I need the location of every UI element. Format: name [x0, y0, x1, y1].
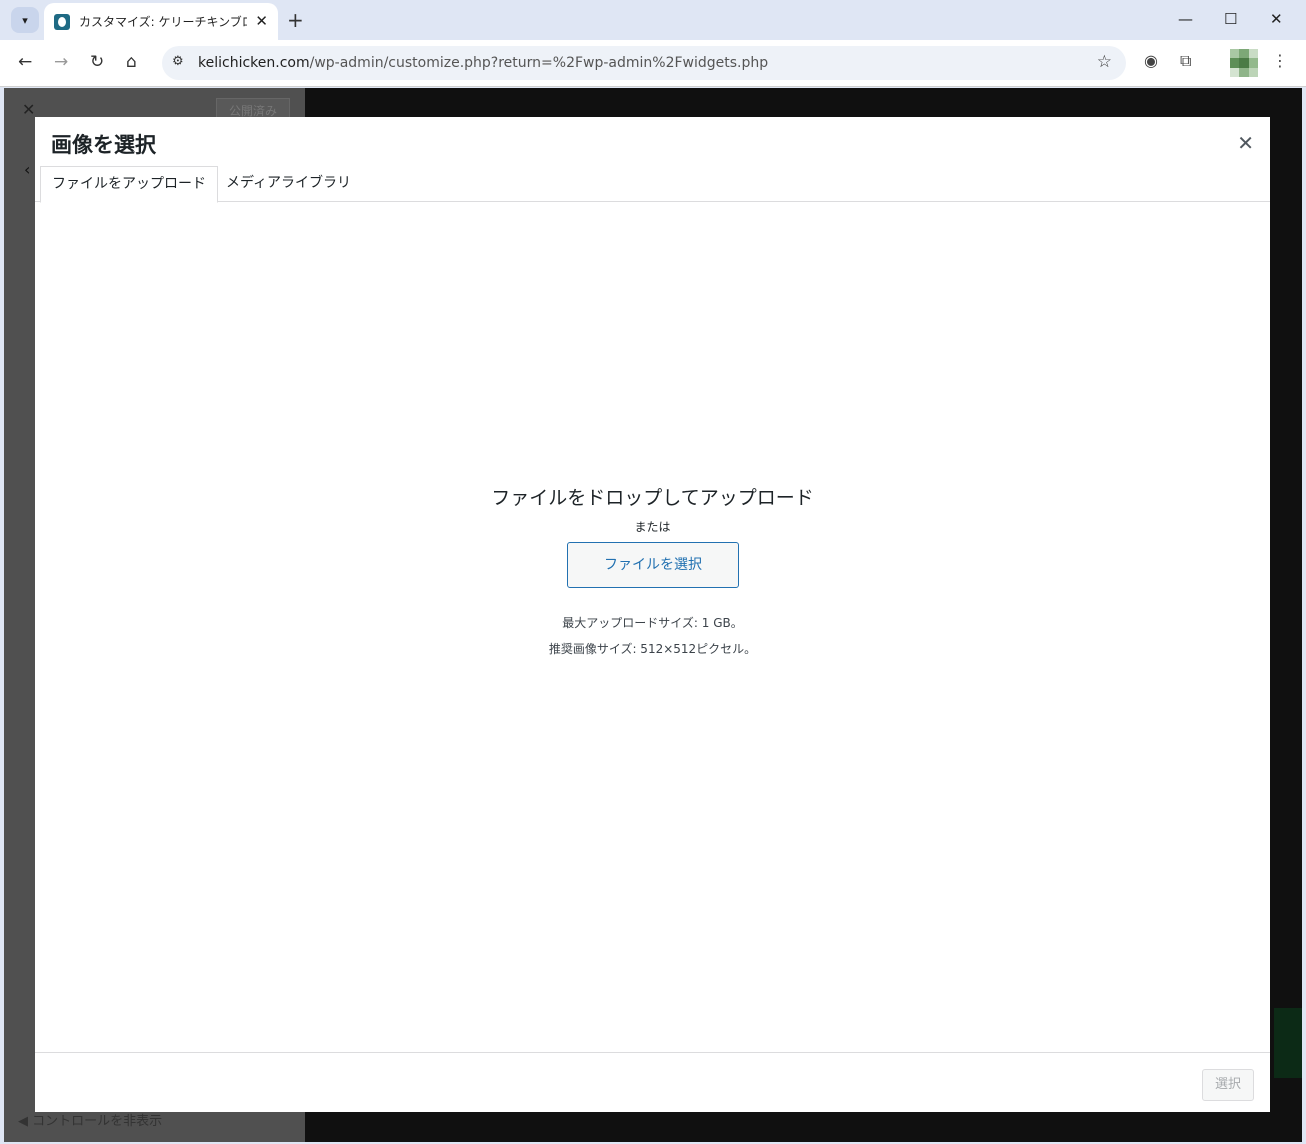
drop-zone-heading: ファイルをドロップしてアップロード	[491, 487, 814, 509]
home-icon[interactable]: ⌂	[126, 52, 137, 72]
preview-decoration	[1274, 1008, 1302, 1078]
tab-search-icon[interactable]: ▾	[11, 7, 39, 33]
extension-icon[interactable]: ◉	[1144, 51, 1158, 70]
maximize-icon[interactable]: ☐	[1224, 10, 1237, 28]
hide-controls-button: ◀ コントロールを非表示	[18, 1114, 163, 1129]
browser-toolbar: ← → ↻ ⌂ ⚙ kelichicken.com/wp-admin/custo…	[0, 40, 1306, 87]
preview-footer	[324, 1110, 974, 1142]
tab-upload-files[interactable]: ファイルをアップロード	[40, 166, 218, 203]
window-close-icon[interactable]: ✕	[1270, 10, 1283, 28]
browser-menu-icon[interactable]: ⋮	[1272, 51, 1288, 70]
browser-tab[interactable]: カスタマイズ: ケリーチキンブログ | ケリ ✕	[44, 3, 278, 40]
address-bar[interactable]: ⚙ kelichicken.com/wp-admin/customize.php…	[162, 46, 1126, 80]
url-text[interactable]: kelichicken.com/wp-admin/customize.php?r…	[198, 55, 768, 71]
forward-icon[interactable]: →	[54, 52, 68, 72]
media-modal: 画像を選択 ✕ ファイルをアップロード メディアライブラリ ファイルをドロップし…	[35, 117, 1270, 1112]
tab-close-icon[interactable]: ✕	[255, 12, 268, 30]
profile-avatar[interactable]	[1230, 49, 1258, 77]
modal-title: 画像を選択	[51, 133, 156, 157]
select-files-button[interactable]: ファイルを選択	[567, 542, 739, 588]
tab-title: カスタマイズ: ケリーチキンブログ | ケリ	[79, 15, 247, 29]
back-icon[interactable]: ←	[18, 52, 32, 72]
recommended-image-size: 推奨画像サイズ: 512×512ピクセル。	[548, 642, 757, 656]
site-info-icon[interactable]: ⚙	[172, 54, 184, 69]
select-button[interactable]: 選択	[1202, 1069, 1254, 1101]
max-upload-size: 最大アップロードサイズ: 1 GB。	[562, 616, 743, 630]
url-host: kelichicken.com	[198, 55, 310, 71]
modal-close-icon[interactable]: ✕	[1237, 131, 1254, 155]
url-path: /wp-admin/customize.php?return=%2Fwp-adm…	[309, 55, 769, 71]
modal-footer: 選択	[35, 1052, 1270, 1112]
site-favicon-icon	[54, 13, 70, 30]
minimize-icon[interactable]: —	[1178, 10, 1193, 28]
tab-media-library[interactable]: メディアライブラリ	[215, 166, 362, 202]
customizer-close-icon: ✕	[22, 100, 36, 119]
bookmark-star-icon[interactable]: ☆	[1097, 52, 1112, 72]
reload-icon[interactable]: ↻	[90, 52, 104, 72]
customizer-back-icon: ‹	[24, 160, 31, 179]
new-tab-icon[interactable]: +	[287, 8, 304, 32]
or-text: または	[634, 520, 671, 534]
extensions-puzzle-icon[interactable]: ⧉	[1180, 51, 1191, 71]
modal-tabs: ファイルをアップロード メディアライブラリ	[35, 166, 1270, 203]
browser-tabstrip: ▾ カスタマイズ: ケリーチキンブログ | ケリ ✕ + — ☐ ✕	[0, 0, 1306, 40]
